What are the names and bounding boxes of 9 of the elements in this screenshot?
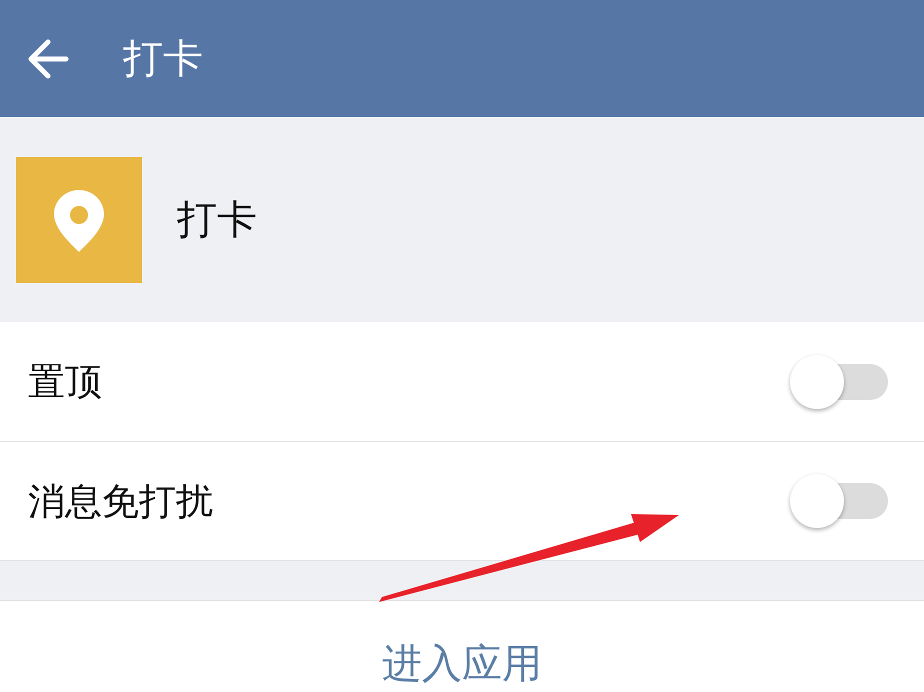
location-pin-icon [16, 156, 142, 282]
page-title: 打卡 [123, 38, 203, 78]
app-name: 打卡 [177, 200, 257, 240]
toggle-switch[interactable] [790, 354, 888, 408]
toggle-switch[interactable] [790, 474, 888, 528]
setting-label: 消息免打扰 [28, 482, 213, 520]
back-arrow-icon[interactable] [26, 36, 70, 80]
setting-label: 置顶 [28, 363, 102, 400]
open-app-link[interactable]: 进入应用 [382, 643, 542, 685]
